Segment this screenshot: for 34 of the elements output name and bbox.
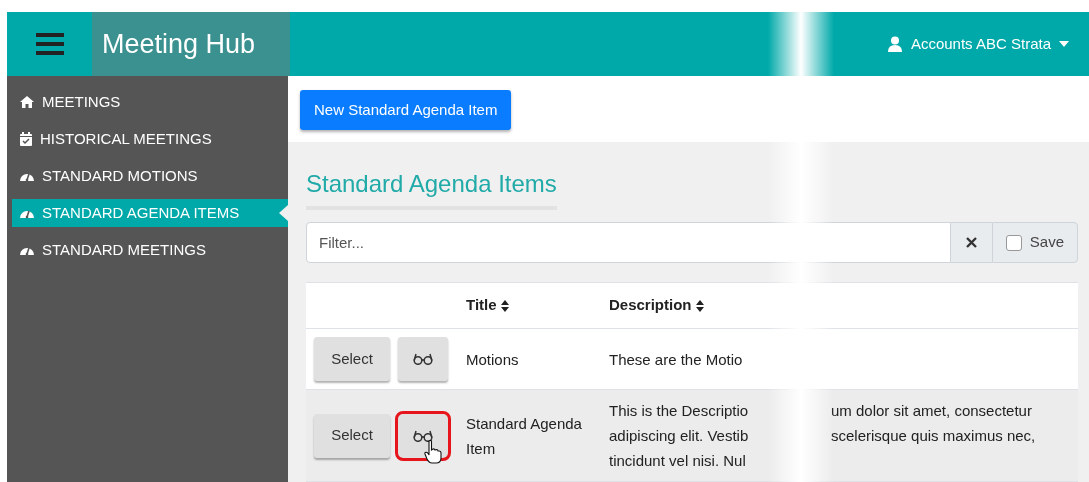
sort-icon bbox=[695, 299, 704, 312]
hand-cursor-icon bbox=[424, 439, 442, 464]
select-button[interactable]: Select bbox=[314, 413, 390, 458]
sidebar-item[interactable]: MEETINGS bbox=[12, 88, 288, 116]
menu-icon bbox=[35, 32, 64, 56]
sort-icon bbox=[500, 299, 509, 312]
select-button[interactable]: Select bbox=[314, 337, 390, 381]
view-button[interactable] bbox=[398, 337, 448, 381]
user-icon bbox=[886, 36, 903, 52]
description-text: um dolor sit amet, consectetur bbox=[831, 401, 1032, 421]
sidebar-item[interactable]: STANDARD MEETINGS bbox=[12, 236, 288, 264]
glasses-icon bbox=[413, 353, 433, 365]
column-header[interactable]: Title bbox=[466, 294, 609, 317]
calendar-icon bbox=[20, 132, 32, 146]
new-item-button[interactable]: New Standard Agenda Item bbox=[300, 90, 512, 130]
home-icon bbox=[20, 96, 34, 108]
save-checkbox[interactable]: Save bbox=[991, 222, 1078, 263]
description-text: This is the Descriptio bbox=[609, 401, 750, 421]
table-cell-text: Standard Agenda Item bbox=[466, 413, 583, 459]
app-title: Meeting Hub bbox=[102, 27, 256, 61]
page-title: Standard Agenda Items bbox=[306, 166, 557, 210]
description-text: These are the Motio bbox=[609, 349, 744, 370]
caret-icon bbox=[1059, 41, 1069, 47]
column-header[interactable]: Description bbox=[609, 294, 909, 317]
description-text: scelerisque quis maximus nec, bbox=[831, 426, 1036, 446]
description-text: tincidunt vel nisi. Nul bbox=[609, 451, 747, 471]
clear-button[interactable] bbox=[950, 222, 992, 263]
description-text: adipiscing elit. Vestib bbox=[609, 426, 750, 446]
sidebar-item[interactable]: STANDARD MOTIONS bbox=[12, 162, 288, 190]
filter-field[interactable]: Filter... bbox=[306, 222, 951, 263]
glasses-icon bbox=[413, 429, 433, 442]
close-icon bbox=[965, 237, 977, 248]
table-cell-text: Motions bbox=[466, 349, 520, 370]
sidebar-item[interactable]: HISTORICAL MEETINGS bbox=[12, 125, 288, 153]
